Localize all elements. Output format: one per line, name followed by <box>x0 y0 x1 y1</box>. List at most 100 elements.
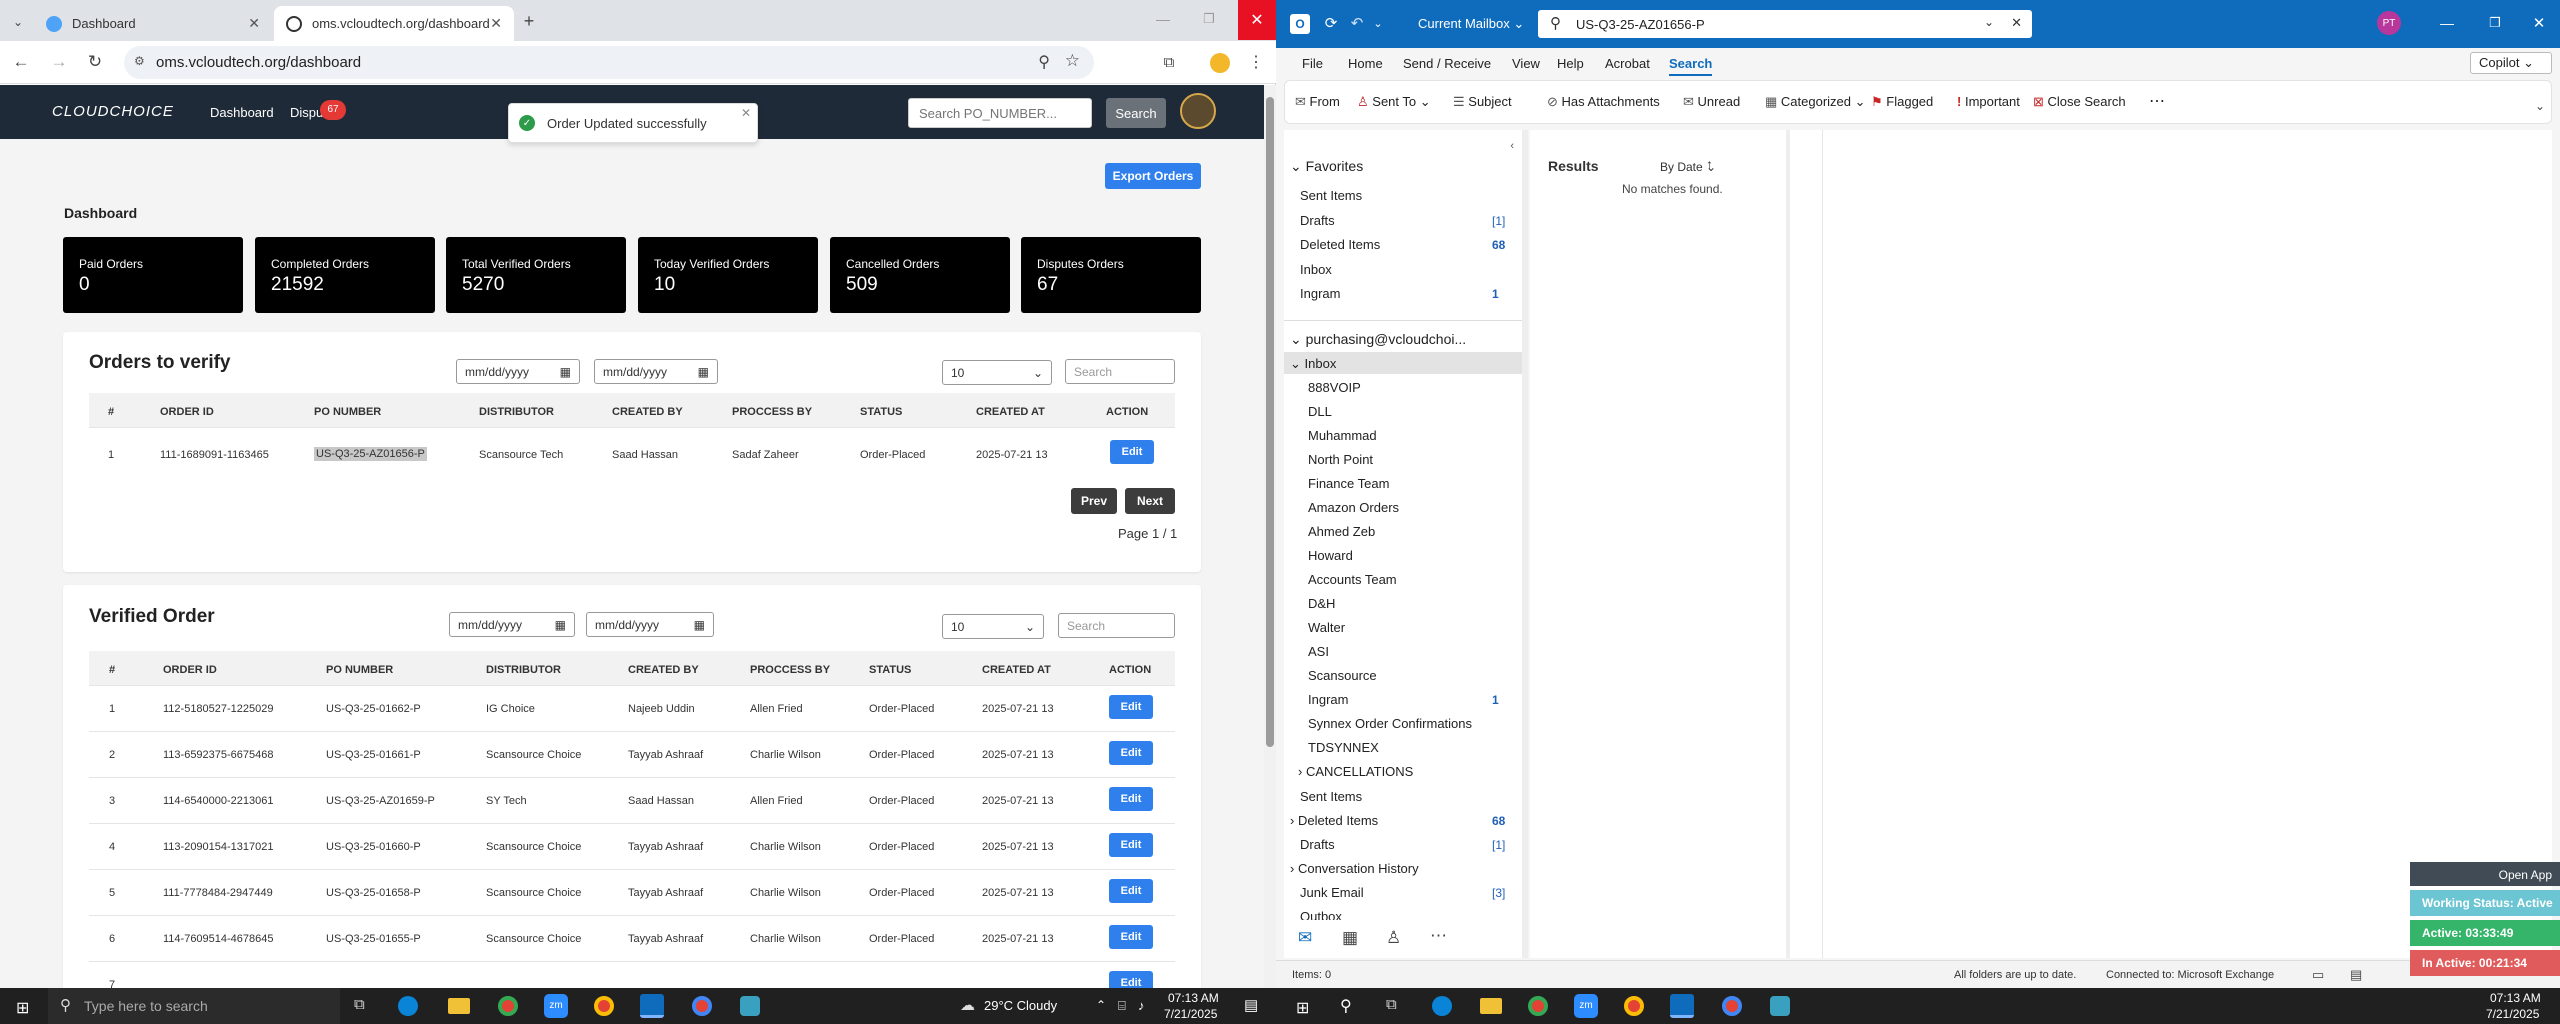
qat-dropdown-icon[interactable]: ⌄ <box>1372 14 1384 32</box>
calendar-icon[interactable]: ▦ <box>1342 928 1358 948</box>
restore-icon[interactable]: ❐ <box>2482 12 2508 34</box>
normal-view-icon[interactable]: ▭ <box>2312 967 2324 983</box>
folder-item[interactable]: Scansource <box>1308 668 1377 683</box>
clear-search-icon[interactable]: ✕ <box>2011 15 2022 31</box>
unread-filter-button[interactable]: ✉ Unread <box>1683 94 1740 110</box>
menu-send-receive[interactable]: Send / Receive <box>1403 56 1491 71</box>
clock-time[interactable]: 07:13 AM <box>2490 991 2541 1005</box>
nav-disputes-link[interactable]: Dispu <box>290 105 323 120</box>
app-icon[interactable] <box>1770 996 1790 1016</box>
important-filter-button[interactable]: ! Important <box>1957 94 2020 109</box>
chrome-menu-icon[interactable]: ⋮ <box>1248 51 1264 73</box>
profile-avatar[interactable] <box>1210 53 1230 73</box>
folder-item[interactable]: › Conversation History <box>1290 861 1419 876</box>
po-search-input[interactable] <box>908 98 1092 128</box>
folder-item[interactable]: Amazon Orders <box>1308 500 1399 515</box>
folder-item[interactable]: 888VOIP <box>1308 380 1361 395</box>
folder-scrollbar[interactable] <box>1522 130 1528 958</box>
edge-icon[interactable] <box>1432 996 1452 1016</box>
menu-file[interactable]: File <box>1302 56 1323 71</box>
weather-text[interactable]: 29°C Cloudy <box>984 998 1057 1013</box>
has-attachments-filter-button[interactable]: ⊘ Has Attachments <box>1547 94 1660 110</box>
edit-button[interactable]: Edit <box>1109 925 1153 949</box>
restore-icon[interactable]: ❐ <box>1196 8 1222 30</box>
tab-search-icon[interactable]: ⌄ <box>8 12 28 32</box>
back-icon[interactable]: ← <box>10 51 32 73</box>
windows-start-icon[interactable]: ⊞ <box>16 998 29 1018</box>
open-app-button[interactable]: Open App <box>2410 862 2560 886</box>
inbox-folder[interactable]: ⌄ Inbox <box>1290 356 1336 372</box>
outlook-app-icon[interactable] <box>640 994 664 1018</box>
edit-button[interactable]: Edit <box>1110 440 1154 464</box>
folder-item[interactable]: Drafts <box>1300 213 1335 228</box>
chrome-icon[interactable] <box>1528 996 1548 1016</box>
page-size-select[interactable]: 10 ⌄ <box>942 360 1052 385</box>
forward-icon[interactable]: → <box>48 51 70 73</box>
windows-start-icon[interactable]: ⊞ <box>1296 998 1309 1018</box>
clock-date[interactable]: 7/21/2025 <box>2486 1007 2539 1021</box>
task-view-icon[interactable]: ⧉ <box>1386 996 1397 1013</box>
copilot-button[interactable]: Copilot ⌄ <box>2470 52 2552 74</box>
clock-time[interactable]: 07:13 AM <box>1168 991 1219 1005</box>
folder-item[interactable]: Deleted Items <box>1300 237 1380 252</box>
menu-search[interactable]: Search <box>1669 56 1713 76</box>
from-filter-button[interactable]: ✉ From <box>1295 94 1340 110</box>
edit-button[interactable]: Edit <box>1109 741 1153 765</box>
mailbox-scope-select[interactable]: Current Mailbox ⌄ <box>1410 12 1530 36</box>
file-explorer-icon[interactable] <box>448 998 470 1014</box>
from-date-input[interactable]: mm/dd/yyyy ▦ <box>449 612 575 637</box>
close-window-icon[interactable]: ✕ <box>1238 0 1276 40</box>
user-avatar[interactable] <box>1180 93 1216 129</box>
taskbar-search-box[interactable]: ⚲ Type here to search <box>48 988 340 1024</box>
edit-button[interactable]: Edit <box>1109 879 1153 903</box>
search-icon[interactable]: ⚲ <box>1340 996 1352 1016</box>
tab-dashboard[interactable]: Dashboard ✕ <box>34 6 272 41</box>
from-date-input[interactable]: mm/dd/yyyy ▦ <box>456 359 580 384</box>
network-icon[interactable]: ⌸ <box>1118 998 1126 1014</box>
reading-view-icon[interactable]: ▤ <box>2350 967 2362 983</box>
extensions-icon[interactable]: ⧉ <box>1158 51 1180 73</box>
zoom-icon[interactable]: ⚲ <box>1038 52 1050 72</box>
collapse-ribbon-icon[interactable]: ⌄ <box>2535 99 2545 113</box>
folder-item[interactable]: Inbox <box>1300 262 1332 277</box>
account-header[interactable]: ⌄ purchasing@vcloudchoi... <box>1290 331 1466 348</box>
favorites-header[interactable]: ⌄ Favorites <box>1290 158 1363 175</box>
cell-selected-text[interactable]: US-Q3-25-AZ01656-P <box>314 447 427 461</box>
folder-item[interactable]: Howard <box>1308 548 1353 563</box>
sort-direction-icon[interactable]: ↑ <box>1706 156 1713 172</box>
collapse-pane-icon[interactable]: ‹ <box>1510 140 1514 152</box>
table-search-input[interactable]: Search <box>1058 613 1175 638</box>
folder-item[interactable]: › Deleted Items <box>1290 813 1378 828</box>
zoom-app-icon[interactable]: zm <box>544 994 568 1018</box>
tray-chevron-icon[interactable]: ⌃ <box>1096 998 1106 1012</box>
notifications-icon[interactable]: ▤ <box>1244 996 1258 1014</box>
folder-item[interactable]: Sent Items <box>1300 188 1362 203</box>
file-explorer-icon[interactable] <box>1480 998 1502 1014</box>
folder-item[interactable]: Ingram <box>1300 286 1340 301</box>
close-window-icon[interactable]: ✕ <box>2526 12 2552 34</box>
people-icon[interactable]: ♙ <box>1386 928 1401 948</box>
clock-date[interactable]: 7/21/2025 <box>1164 1007 1217 1021</box>
account-avatar[interactable]: PT <box>2377 11 2401 35</box>
categorized-filter-button[interactable]: ▦ Categorized ⌄ <box>1765 94 1866 110</box>
folder-item[interactable]: Junk Email <box>1300 885 1364 900</box>
chevron-down-icon[interactable]: ⌄ <box>1984 15 1994 29</box>
new-tab-icon[interactable]: + <box>518 10 540 32</box>
edit-button[interactable]: Edit <box>1109 695 1153 719</box>
export-orders-button[interactable]: Export Orders <box>1105 163 1201 189</box>
subject-filter-button[interactable]: ☰ Subject <box>1453 94 1512 110</box>
minimize-icon[interactable]: — <box>1150 8 1176 30</box>
folder-item[interactable]: Muhammad <box>1308 428 1377 443</box>
folder-item[interactable]: Ingram <box>1308 692 1348 707</box>
folder-item[interactable]: Finance Team <box>1308 476 1389 491</box>
close-tab-icon[interactable]: ✕ <box>490 15 502 32</box>
minimize-icon[interactable]: — <box>2434 12 2460 34</box>
folder-item[interactable]: DLL <box>1308 404 1332 419</box>
edit-button[interactable]: Edit <box>1109 833 1153 857</box>
chrome-icon[interactable] <box>1624 996 1644 1016</box>
edit-button[interactable]: Edit <box>1109 787 1153 811</box>
page-size-select[interactable]: 10 ⌄ <box>942 614 1044 639</box>
bookmark-star-icon[interactable]: ☆ <box>1065 51 1080 71</box>
outlook-app-icon[interactable] <box>1670 994 1694 1018</box>
table-search-input[interactable]: Search <box>1065 359 1175 384</box>
